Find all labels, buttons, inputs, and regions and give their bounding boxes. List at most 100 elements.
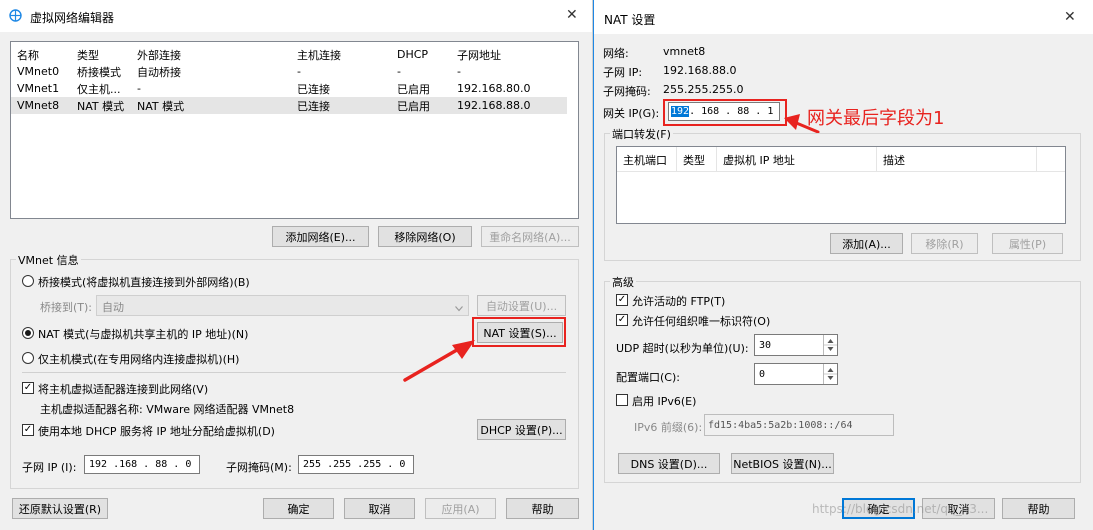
network-list[interactable]: 名称 类型 外部连接 主机连接 DHCP 子网地址 VMnet0 桥接模式 自动…: [10, 41, 579, 219]
nat-mode-radio[interactable]: [22, 327, 34, 339]
col-divider: [876, 147, 877, 171]
table-header: 名称 类型 外部连接 主机连接 DHCP 子网地址: [11, 46, 567, 63]
dns-settings-button[interactable]: DNS 设置(D)...: [618, 453, 720, 474]
allow-ftp-checkbox[interactable]: ✓: [616, 294, 628, 306]
cell: NAT 模式: [77, 99, 125, 113]
ipv6-prefix-value: fd15:4ba5:5a2b:1008::/64: [708, 419, 853, 431]
host-only-radio[interactable]: [22, 352, 34, 364]
use-dhcp-label: 使用本地 DHCP 服务将 IP 地址分配给虚拟机(D): [38, 425, 275, 438]
col-dhcp[interactable]: DHCP: [391, 46, 451, 63]
pf-col-host-port[interactable]: 主机端口: [623, 152, 667, 168]
cell: -: [137, 82, 141, 95]
pf-remove-button[interactable]: 移除(R): [911, 233, 978, 254]
subnet-mask-field[interactable]: 255 .255 .255 . 0: [298, 455, 414, 474]
nat-window-title: NAT 设置: [604, 13, 656, 27]
subnet-ip-field[interactable]: 192 .168 . 88 . 0: [84, 455, 200, 474]
cell: 自动桥接: [137, 65, 181, 79]
table-row[interactable]: VMnet1 仅主机... - 已连接 已启用 192.168.80.0: [11, 80, 567, 97]
nat-settings-highlight: [472, 317, 566, 347]
udp-timeout-input[interactable]: 30: [754, 334, 838, 356]
close-icon[interactable]: ✕: [566, 7, 578, 23]
cell: 已启用: [397, 82, 430, 96]
bridge-to-label: 桥接到(T):: [40, 301, 93, 314]
gateway-ip-rest: . 168 . 88 . 1: [689, 106, 774, 117]
restore-defaults-button[interactable]: 还原默认设置(R): [12, 498, 108, 519]
port-forward-title: 端口转发(F): [610, 126, 673, 142]
gateway-annotation: 网关最后字段为1: [807, 108, 945, 129]
cell: 桥接模式: [77, 65, 121, 79]
connect-adapter-label: 将主机虚拟适配器连接到此网络(V): [38, 383, 209, 396]
chevron-down-icon: [455, 302, 463, 312]
spinner-arrows-icon[interactable]: [823, 335, 837, 355]
config-port-value: 0: [759, 368, 766, 380]
cell: 已启用: [397, 99, 430, 113]
rename-network-button[interactable]: 重命名网络(A)...: [481, 226, 579, 247]
allow-ftp-label: 允许活动的 FTP(T): [632, 295, 726, 308]
advanced-title: 高级: [610, 274, 636, 290]
port-forward-list[interactable]: 主机端口 类型 虚拟机 IP 地址 描述: [616, 146, 1066, 224]
host-only-label: 仅主机模式(在专用网络内连接虚拟机)(H): [38, 353, 240, 366]
table-row-selected[interactable]: VMnet8 NAT 模式 NAT 模式 已连接 已启用 192.168.88.…: [11, 97, 567, 114]
cell: -: [397, 65, 401, 78]
title-bar: 虚拟网络编辑器 ✕: [0, 0, 592, 32]
spinner-arrows-icon[interactable]: [823, 364, 837, 384]
nat-settings-window: NAT 设置 ✕ 网络: vmnet8 子网 IP: 192.168.88.0 …: [593, 0, 1093, 530]
add-network-button[interactable]: 添加网络(E)...: [272, 226, 369, 247]
col-subnet[interactable]: 子网地址: [451, 46, 567, 63]
nat-subnet-ip-label: 子网 IP:: [603, 66, 643, 79]
virtual-network-editor-window: 虚拟网络编辑器 ✕ 名称 类型 外部连接 主机连接 DHCP 子网地址 VMne…: [0, 0, 593, 530]
dhcp-settings-button[interactable]: DHCP 设置(P)...: [477, 419, 566, 440]
bridge-to-select[interactable]: 自动: [96, 295, 469, 316]
subnet-mask-label: 子网掩码(M):: [226, 461, 292, 474]
gateway-ip-field[interactable]: 192 . 168 . 88 . 1: [668, 102, 780, 121]
cell: 已连接: [297, 99, 330, 113]
allow-uid-checkbox[interactable]: ✓: [616, 314, 628, 326]
auto-settings-button[interactable]: 自动设置(U)...: [477, 295, 566, 316]
connect-adapter-checkbox[interactable]: ✓: [22, 382, 34, 394]
col-type[interactable]: 类型: [71, 46, 131, 63]
col-host[interactable]: 主机连接: [291, 46, 391, 63]
apply-button[interactable]: 应用(A): [425, 498, 496, 519]
nat-subnet-mask-label: 子网掩码:: [603, 85, 651, 98]
nat-mode-label: NAT 模式(与虚拟机共享主机的 IP 地址)(N): [38, 328, 249, 341]
subnet-ip-value: 192 .168 . 88 . 0: [89, 459, 192, 470]
col-external[interactable]: 外部连接: [131, 46, 291, 63]
pf-col-vm-ip[interactable]: 虚拟机 IP 地址: [723, 152, 795, 168]
use-dhcp-checkbox[interactable]: ✓: [22, 424, 34, 436]
ipv6-prefix-label: IPv6 前缀(6):: [634, 421, 703, 434]
remove-network-button[interactable]: 移除网络(O): [378, 226, 472, 247]
help-button[interactable]: 帮助: [506, 498, 579, 519]
nat-subnet-ip-value: 192.168.88.0: [663, 64, 737, 77]
gateway-label: 网关 IP(G):: [603, 107, 660, 120]
netbios-settings-button[interactable]: NetBIOS 设置(N)...: [731, 453, 834, 474]
config-port-input[interactable]: 0: [754, 363, 838, 385]
cell: VMnet0: [17, 65, 60, 78]
pf-col-description[interactable]: 描述: [883, 152, 905, 168]
cancel-button[interactable]: 取消: [344, 498, 415, 519]
col-divider: [676, 147, 677, 171]
col-name[interactable]: 名称: [11, 46, 71, 63]
cell: -: [457, 65, 461, 78]
watermark: https://blog.csdn.net/qq_43...: [812, 502, 989, 516]
enable-ipv6-label: 启用 IPv6(E): [632, 395, 697, 408]
ipv6-prefix-input[interactable]: fd15:4ba5:5a2b:1008::/64: [704, 414, 894, 436]
pf-col-type[interactable]: 类型: [683, 152, 705, 168]
col-divider: [1036, 147, 1037, 171]
adapter-name-label: 主机虚拟适配器名称: VMware 网络适配器 VMnet8: [40, 403, 295, 416]
annotation-arrow-nat: [403, 340, 475, 382]
pf-add-button[interactable]: 添加(A)...: [830, 233, 903, 254]
app-icon: [9, 9, 22, 22]
bridge-mode-radio[interactable]: [22, 275, 34, 287]
nat-subnet-mask-value: 255.255.255.0: [663, 83, 744, 96]
divider: [22, 372, 566, 373]
enable-ipv6-checkbox[interactable]: [616, 394, 628, 406]
udp-timeout-value: 30: [759, 339, 772, 351]
ok-button[interactable]: 确定: [263, 498, 334, 519]
table-row[interactable]: VMnet0 桥接模式 自动桥接 - - -: [11, 63, 567, 80]
network-table: 名称 类型 外部连接 主机连接 DHCP 子网地址 VMnet0 桥接模式 自动…: [11, 46, 567, 114]
close-icon[interactable]: ✕: [1064, 9, 1076, 25]
nat-help-button[interactable]: 帮助: [1002, 498, 1075, 519]
cell: VMnet8: [17, 99, 60, 112]
network-label: 网络:: [603, 47, 629, 60]
pf-properties-button[interactable]: 属性(P): [992, 233, 1063, 254]
